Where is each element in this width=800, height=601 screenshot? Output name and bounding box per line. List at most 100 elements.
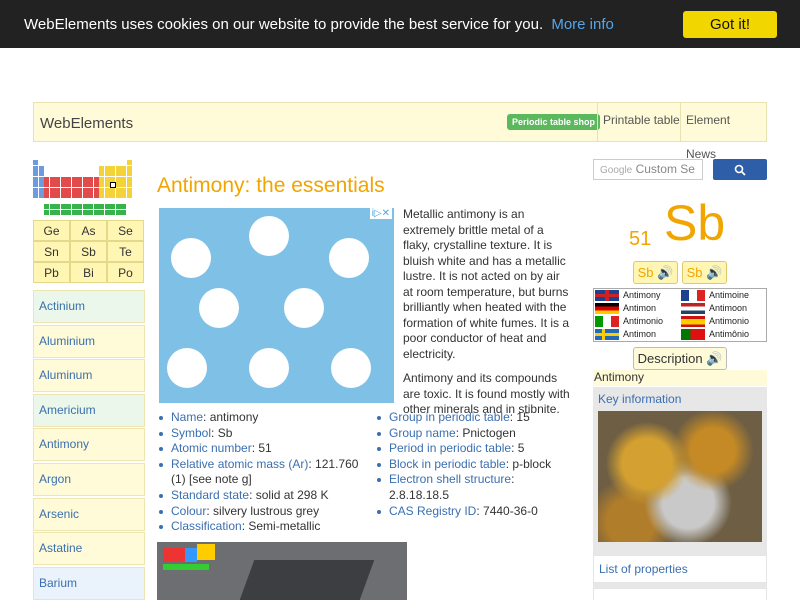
language-item[interactable]: Antimonio: [681, 315, 749, 328]
fact-label[interactable]: Colour: [171, 504, 206, 518]
periodic-cell: [33, 160, 38, 165]
search-input[interactable]: Google Custom Se: [593, 159, 703, 180]
fact-label[interactable]: Classification: [171, 519, 242, 533]
description-audio-button[interactable]: Description 🔊: [633, 347, 727, 370]
fact-label[interactable]: Symbol: [171, 426, 211, 440]
periodic-cell: [88, 182, 93, 187]
cell-te[interactable]: Te: [107, 241, 144, 262]
fact-label[interactable]: CAS Registry ID: [389, 504, 476, 518]
cookie-accept-button[interactable]: Got it!: [683, 11, 777, 38]
language-item[interactable]: Antimony: [595, 289, 661, 302]
periodic-cell: [121, 193, 126, 198]
periodic-cell: [88, 193, 93, 198]
fact-label[interactable]: Name: [171, 410, 203, 424]
cell-po[interactable]: Po: [107, 262, 144, 283]
advertisement[interactable]: i▷✕: [159, 208, 394, 403]
periodic-cell: [66, 193, 71, 198]
cell-se[interactable]: Se: [107, 220, 144, 241]
periodic-cell: [71, 176, 77, 182]
periodic-cell: [126, 171, 132, 176]
key-information-link[interactable]: Key information: [593, 392, 767, 409]
periodic-cell: [71, 187, 77, 193]
element-list-item[interactable]: Aluminum: [33, 359, 145, 393]
nav-printable-table[interactable]: Printable table: [597, 103, 685, 141]
fact-label[interactable]: Relative atomic mass (Ar): [171, 457, 308, 471]
periodic-table-thumbnail[interactable]: [33, 160, 133, 218]
cell-sn[interactable]: Sn: [33, 241, 70, 262]
cell-ge[interactable]: Ge: [33, 220, 70, 241]
fact-label[interactable]: Block in periodic table: [389, 457, 506, 471]
google-label: Google: [600, 165, 633, 176]
language-item[interactable]: Antimoine: [681, 289, 749, 302]
language-item[interactable]: Antimônio: [681, 328, 749, 341]
page-title: Antimony: the essentials: [157, 174, 385, 197]
cookie-more-info-link[interactable]: More info: [551, 16, 614, 33]
fact-label[interactable]: Atomic number: [171, 441, 252, 455]
fact-value: solid at 298 K: [255, 487, 329, 502]
periodic-cell: [121, 182, 126, 187]
periodic-cell: [77, 176, 82, 182]
fact-label[interactable]: Electron shell structure: [389, 472, 511, 486]
cell-sb[interactable]: Sb: [70, 241, 107, 262]
periodic-cell: [99, 182, 104, 187]
fact-label[interactable]: Period in periodic table: [389, 441, 511, 455]
periodic-cell: [121, 171, 126, 176]
periodic-cell: [99, 187, 104, 193]
element-list-item[interactable]: Americium: [33, 393, 145, 427]
periodic-cell: [121, 176, 126, 182]
site-header: WebElements Periodic table shop Printabl…: [33, 102, 767, 161]
right-panel-next-item[interactable]: [593, 588, 767, 600]
cloud-shape: [199, 288, 239, 328]
mineral-photo[interactable]: [598, 411, 762, 542]
fact-label[interactable]: Group in periodic table: [389, 410, 510, 424]
element-list-item[interactable]: Barium: [33, 566, 145, 600]
fact-label[interactable]: Standard state: [171, 488, 249, 502]
language-item[interactable]: Antimon: [595, 328, 656, 341]
periodic-cell: [93, 204, 99, 209]
periodic-cell: [38, 171, 44, 176]
audio-button[interactable]: Sb 🔊: [633, 261, 678, 284]
periodic-cell: [44, 182, 49, 187]
fact-item: Group in periodic table: 15: [375, 410, 575, 426]
brand-logo[interactable]: WebElements: [40, 115, 133, 132]
element-list-item[interactable]: Actinium: [33, 290, 145, 323]
cell-pb[interactable]: Pb: [33, 262, 70, 283]
search-button[interactable]: [713, 159, 767, 180]
list-of-properties-link[interactable]: List of properties: [593, 555, 767, 583]
language-item[interactable]: Antimoon: [681, 302, 747, 315]
periodic-cell: [55, 176, 60, 182]
cell-as[interactable]: As: [70, 220, 107, 241]
ad-choices-icon[interactable]: i▷✕: [369, 208, 392, 219]
element-list-item[interactable]: Aluminium: [33, 324, 145, 358]
language-item[interactable]: Antimonio: [595, 315, 663, 328]
periodic-cell: [82, 182, 88, 187]
periodic-cell: [60, 182, 66, 187]
nav-element-news[interactable]: Element News: [680, 103, 766, 161]
cell-bi[interactable]: Bi: [70, 262, 107, 283]
facts-list-left: Name: antimony Symbol: Sb Atomic number:…: [157, 410, 362, 535]
periodic-cell: [33, 176, 38, 182]
language-item[interactable]: Antimon: [595, 302, 656, 315]
periodic-cell: [99, 165, 104, 171]
fact-label[interactable]: Group name: [389, 426, 456, 440]
element-list-item[interactable]: Arsenic: [33, 497, 145, 531]
language-name: Antimoine: [709, 290, 750, 300]
periodic-cell: [126, 193, 132, 198]
periodic-cell: [77, 193, 82, 198]
element-list-item[interactable]: Argon: [33, 462, 145, 496]
metal-shape: [239, 560, 375, 600]
periodic-cell: [60, 176, 66, 182]
periodic-cell: [115, 193, 121, 198]
cloud-shape: [329, 238, 369, 278]
element-list-item[interactable]: Astatine: [33, 532, 145, 566]
element-list-item[interactable]: Antimony: [33, 428, 145, 462]
periodic-cell: [33, 182, 38, 187]
periodic-table-shop-button[interactable]: Periodic table shop: [507, 114, 601, 130]
periodic-cell: [121, 187, 126, 193]
audio-button[interactable]: Sb 🔊: [682, 261, 727, 284]
element-photo[interactable]: [157, 542, 407, 600]
periodic-cell: [104, 176, 110, 182]
periodic-cell: [60, 204, 66, 209]
periodic-cell: [115, 171, 121, 176]
fact-item: Classification: Semi-metallic: [157, 519, 362, 535]
